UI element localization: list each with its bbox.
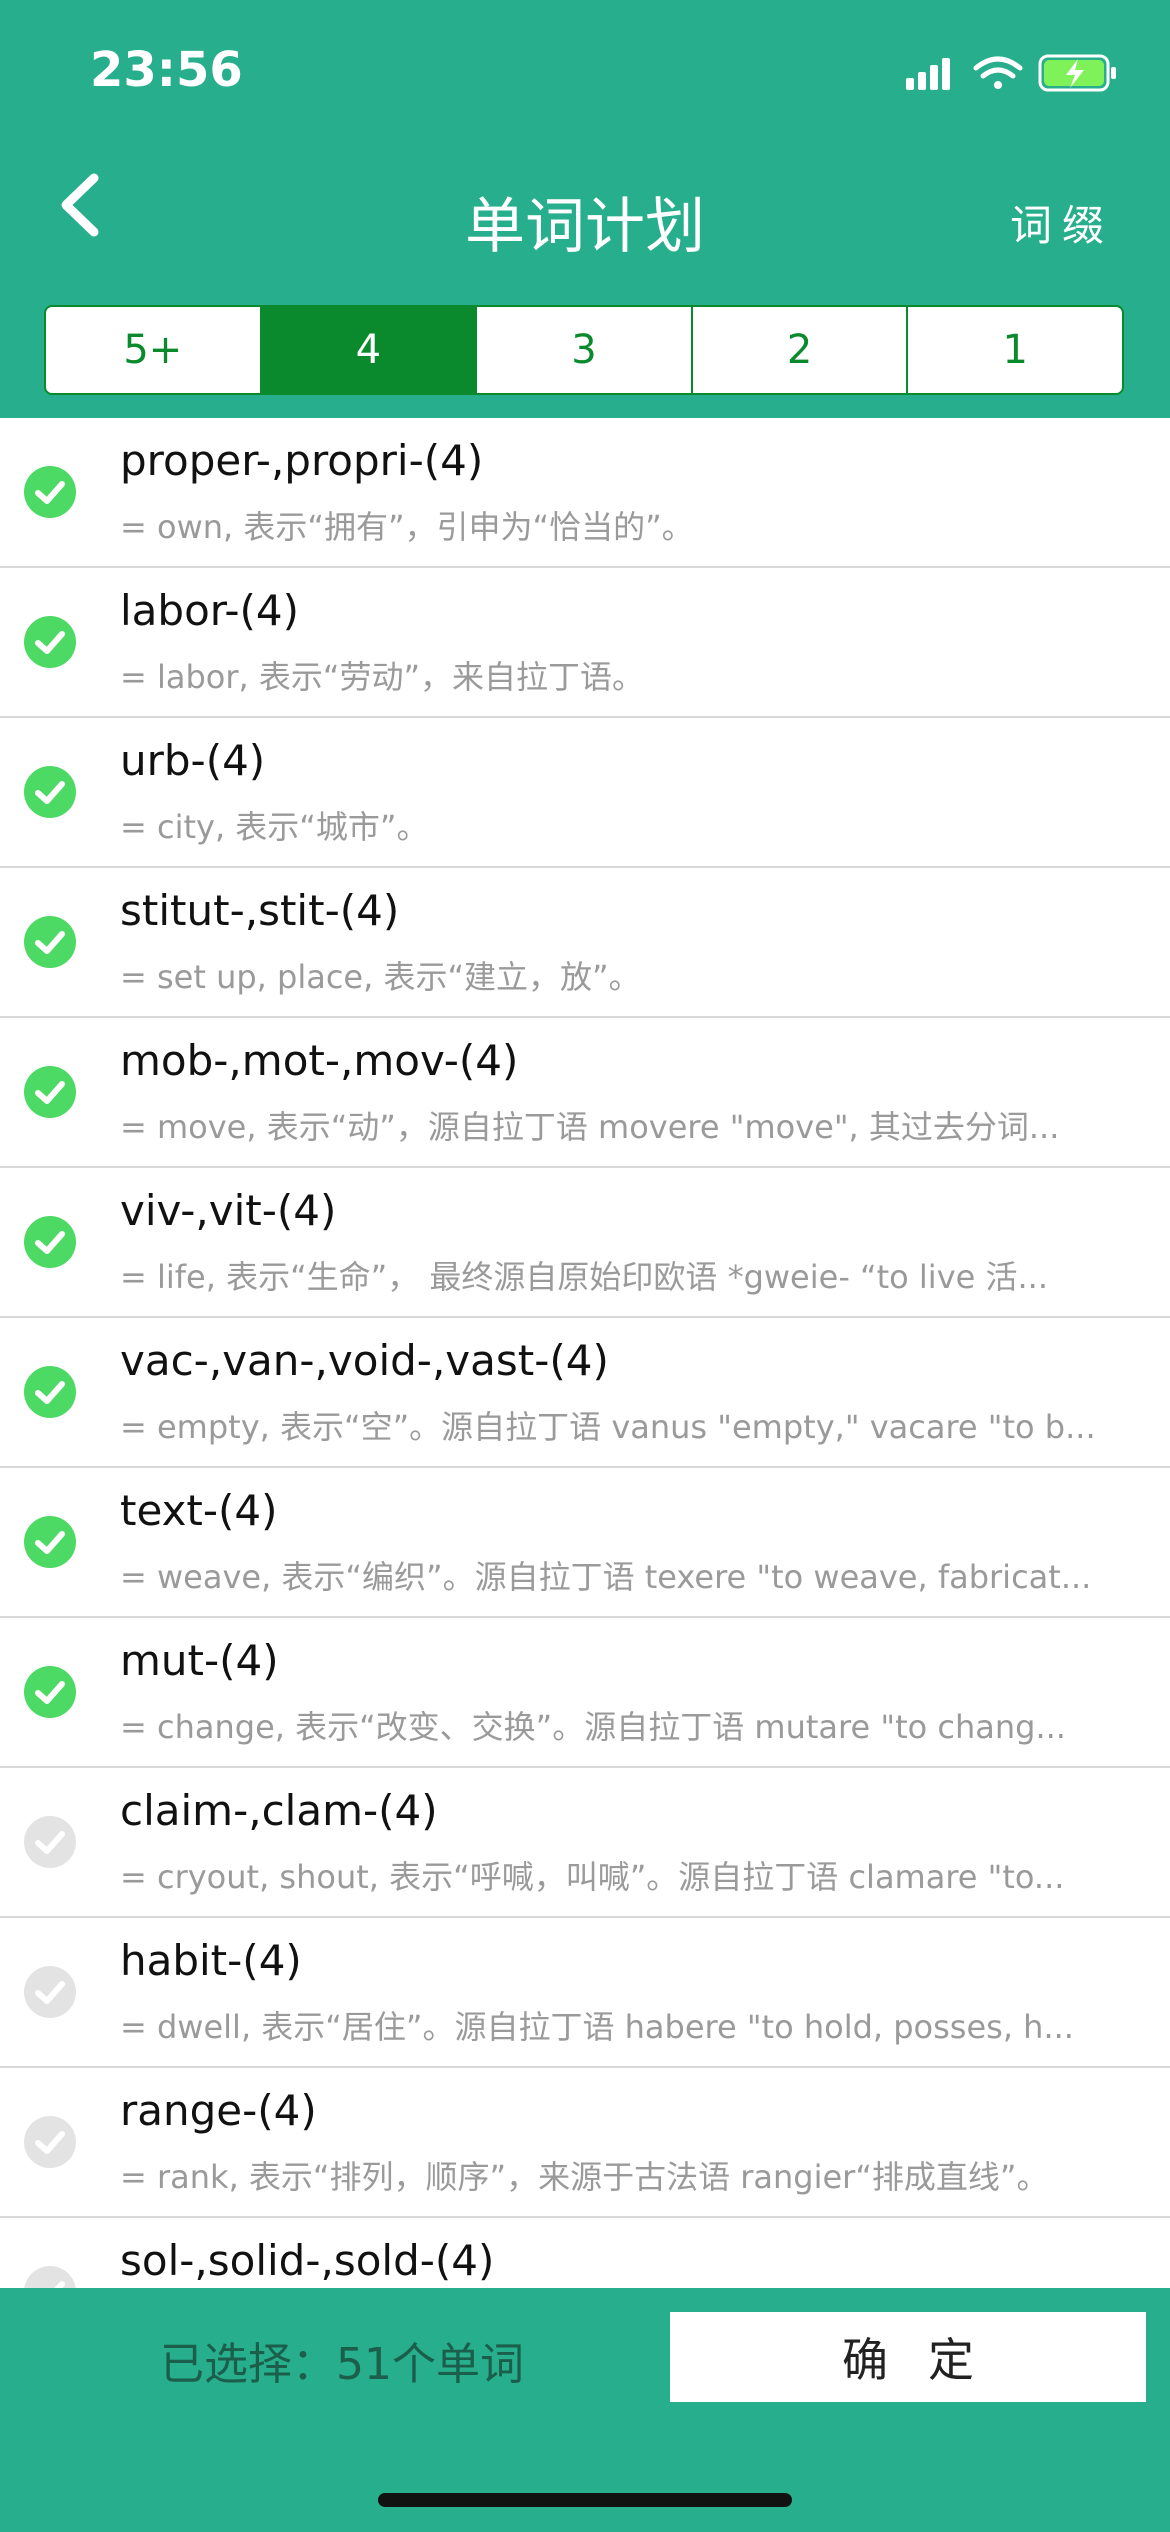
affix-list[interactable]: proper-,propri-(4) = own, 表示“拥有”，引申为“恰当的”… xyxy=(0,418,1170,2288)
list-item[interactable]: labor-(4) = labor, 表示“劳动”，来自拉丁语。 xyxy=(0,568,1170,718)
item-title: sol-,solid-,sold-(4) xyxy=(120,2236,495,2285)
wifi-icon xyxy=(973,56,1023,89)
item-description: = weave, 表示“编织”。源自拉丁语 texere "to weave, … xyxy=(120,1558,1092,1596)
status-icons xyxy=(900,50,1130,100)
checkmark-checked-icon[interactable] xyxy=(24,766,76,818)
list-item[interactable]: sol-,solid-,sold-(4) xyxy=(0,2218,1170,2288)
list-item[interactable]: habit-(4) = dwell, 表示“居住”。源自拉丁语 habere "t… xyxy=(0,1918,1170,2068)
checkmark-checked-icon[interactable] xyxy=(24,1216,76,1268)
item-title: mut-(4) xyxy=(120,1636,279,1685)
list-item[interactable]: proper-,propri-(4) = own, 表示“拥有”，引申为“恰当的”… xyxy=(0,418,1170,568)
checkmark-checked-icon[interactable] xyxy=(24,1666,76,1718)
checkmark-checked-icon[interactable] xyxy=(24,616,76,668)
list-item[interactable]: viv-,vit-(4) = life, 表示“生命”， 最终源自原始印欧语 *g… xyxy=(0,1168,1170,1318)
item-title: mob-,mot-,mov-(4) xyxy=(120,1036,519,1085)
item-title: labor-(4) xyxy=(120,586,299,635)
item-description: = city, 表示“城市”。 xyxy=(120,808,429,846)
checkmark-checked-icon[interactable] xyxy=(24,1366,76,1418)
checkmark-unchecked-icon[interactable] xyxy=(24,2266,76,2288)
tab-5-plus[interactable]: 5+ xyxy=(46,307,260,393)
checkmark-unchecked-icon[interactable] xyxy=(24,1966,76,2018)
level-tabs: 5+ 4 3 2 1 xyxy=(44,305,1124,395)
list-item[interactable]: urb-(4) = city, 表示“城市”。 xyxy=(0,718,1170,868)
tab-4[interactable]: 4 xyxy=(259,307,476,393)
tab-3[interactable]: 3 xyxy=(475,307,691,393)
battery-charging-icon xyxy=(1038,54,1116,92)
confirm-button[interactable]: 确定 xyxy=(670,2312,1146,2402)
checkmark-checked-icon[interactable] xyxy=(24,916,76,968)
checkmark-unchecked-icon[interactable] xyxy=(24,2116,76,2168)
item-description: = labor, 表示“劳动”，来自拉丁语。 xyxy=(120,658,645,696)
item-title: stitut-,stit-(4) xyxy=(120,886,400,935)
item-title: viv-,vit-(4) xyxy=(120,1186,337,1235)
header-area: 23:56 单词计划 词缀 5+ 4 3 2 1 xyxy=(0,0,1170,418)
list-item[interactable]: stitut-,stit-(4) = set up, place, 表示“建立，放… xyxy=(0,868,1170,1018)
item-title: vac-,van-,void-,vast-(4) xyxy=(120,1336,609,1385)
list-item[interactable]: vac-,van-,void-,vast-(4) = empty, 表示“空”。源… xyxy=(0,1318,1170,1468)
tab-2[interactable]: 2 xyxy=(690,307,907,393)
item-description: = life, 表示“生命”， 最终源自原始印欧语 *gweie- “to li… xyxy=(120,1258,1049,1296)
item-title: habit-(4) xyxy=(120,1936,302,1985)
status-time: 23:56 xyxy=(90,42,243,98)
item-description: = cryout, shout, 表示“呼喊，叫喊”。源自拉丁语 clamare… xyxy=(120,1858,1065,1896)
affix-button[interactable]: 词缀 xyxy=(1010,192,1114,253)
signal-icon xyxy=(906,58,950,90)
tab-1[interactable]: 1 xyxy=(906,307,1122,393)
checkmark-unchecked-icon[interactable] xyxy=(24,1816,76,1868)
item-description: = rank, 表示“排列，顺序”，来源于古法语 rangier“排成直线”。 xyxy=(120,2158,1049,2196)
list-item[interactable]: text-(4) = weave, 表示“编织”。源自拉丁语 texere "to… xyxy=(0,1468,1170,1618)
list-item[interactable]: mob-,mot-,mov-(4) = move, 表示“动”，源自拉丁语 mov… xyxy=(0,1018,1170,1168)
checkmark-checked-icon[interactable] xyxy=(24,1516,76,1568)
list-item[interactable]: claim-,clam-(4) = cryout, shout, 表示“呼喊，叫喊… xyxy=(0,1768,1170,1918)
item-description: = own, 表示“拥有”，引申为“恰当的”。 xyxy=(120,508,694,546)
item-title: text-(4) xyxy=(120,1486,278,1535)
item-title: range-(4) xyxy=(120,2086,317,2135)
item-description: = move, 表示“动”，源自拉丁语 movere "move", 其过去分词… xyxy=(120,1108,1060,1146)
home-indicator xyxy=(378,2493,792,2507)
item-title: urb-(4) xyxy=(120,736,266,785)
item-description: = empty, 表示“空”。源自拉丁语 vanus "empty," vaca… xyxy=(120,1408,1096,1446)
page-title: 单词计划 xyxy=(465,192,705,262)
item-description: = change, 表示“改变、交换”。源自拉丁语 mutare "to cha… xyxy=(120,1708,1066,1746)
item-description: = dwell, 表示“居住”。源自拉丁语 habere "to hold, p… xyxy=(120,2008,1074,2046)
item-title: claim-,clam-(4) xyxy=(120,1786,438,1835)
item-description: = set up, place, 表示“建立，放”。 xyxy=(120,958,641,996)
list-item[interactable]: mut-(4) = change, 表示“改变、交换”。源自拉丁语 mutare … xyxy=(0,1618,1170,1768)
item-title: proper-,propri-(4) xyxy=(120,436,484,485)
list-item[interactable]: range-(4) = rank, 表示“排列，顺序”，来源于古法语 rangie… xyxy=(0,2068,1170,2218)
checkmark-checked-icon[interactable] xyxy=(24,1066,76,1118)
selected-count: 已选择：51个单词 xyxy=(160,2339,524,2390)
checkmark-checked-icon[interactable] xyxy=(24,466,76,518)
